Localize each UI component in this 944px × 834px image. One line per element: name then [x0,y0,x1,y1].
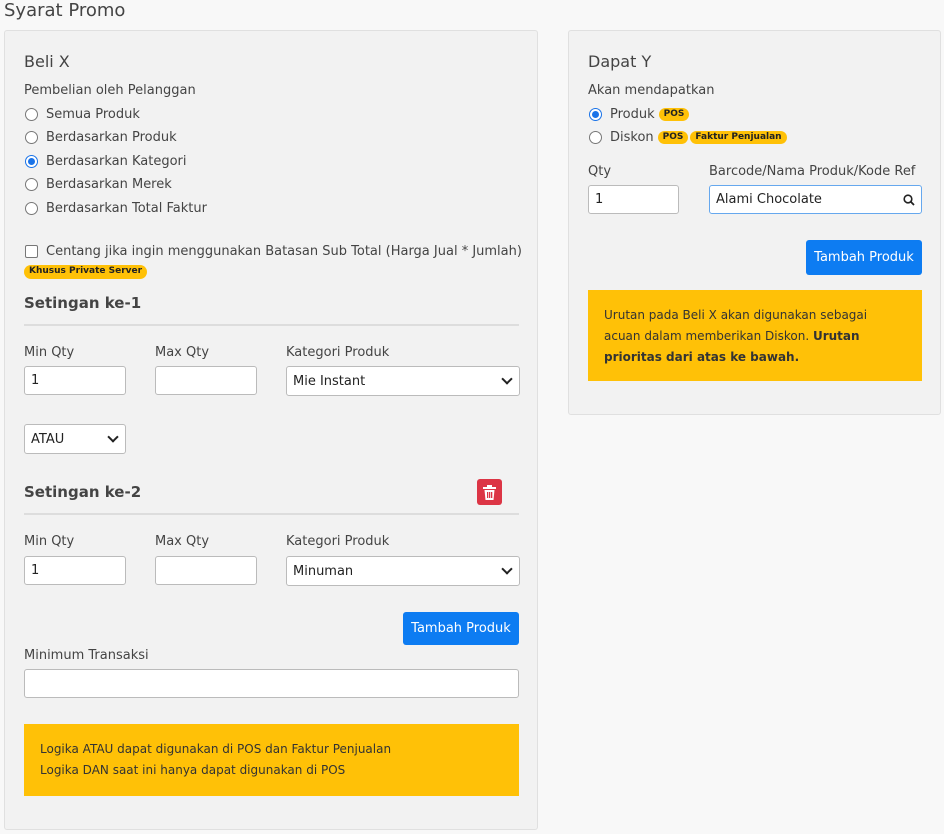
pos-badge: POS [658,107,690,122]
radio-diskon[interactable]: Diskon POS Faktur Penjualan [589,130,787,145]
kategori-label: Kategori Produk [286,534,390,549]
radio-button[interactable] [25,131,38,144]
radio-label: Berdasarkan Kategori [46,154,187,169]
pos-badge: POS [657,130,689,145]
radio-berdasarkan-total-faktur[interactable]: Berdasarkan Total Faktur [25,201,207,216]
dapat-y-card: Dapat Y Akan mendapatkan Produk POS Disk… [568,30,941,415]
subtotal-checkbox[interactable] [25,245,38,258]
radio-button-checked[interactable] [589,108,602,121]
min-qty-input[interactable]: 1 [24,556,126,585]
kategori-label: Kategori Produk [286,345,390,360]
radio-produk[interactable]: Produk POS [589,107,690,122]
dapat-y-title: Dapat Y [588,52,652,71]
qty-label: Qty [588,164,612,179]
radio-button[interactable] [25,178,38,191]
logic-select[interactable]: ATAU [24,424,126,454]
private-server-badge: Khusus Private Server [24,265,148,279]
barcode-search-input[interactable]: Alami Chocolate [709,185,922,214]
radio-label: Berdasarkan Total Faktur [46,201,207,216]
beli-x-card: Beli X Pembelian oleh Pelanggan Semua Pr… [4,30,538,830]
logic-info-alert: Logika ATAU dapat digunakan di POS dan F… [24,724,519,796]
qty-input[interactable]: 1 [588,185,679,214]
kategori-select[interactable]: Mie Instant [286,366,520,396]
faktur-penjualan-badge: Faktur Penjualan [690,130,787,145]
barcode-search-value: Alami Chocolate [716,192,822,207]
chevron-down-icon [501,373,513,385]
chevron-down-icon [107,431,119,443]
chevron-down-icon [501,563,513,575]
kategori-select-value: Minuman [293,563,354,579]
kategori-select[interactable]: Minuman [286,556,520,586]
minimum-transaksi-input[interactable] [24,669,519,698]
min-qty-label: Min Qty [24,345,75,360]
divider [24,513,519,515]
setting-1-title: Setingan ke-1 [24,294,142,312]
search-icon[interactable] [903,193,915,206]
radio-label: Berdasarkan Produk [46,130,177,145]
max-qty-input[interactable] [155,556,257,585]
radio-semua-produk[interactable]: Semua Produk [25,107,140,122]
max-qty-label: Max Qty [155,534,210,549]
radio-label: Berdasarkan Merek [46,177,172,192]
minimum-transaksi-label: Minimum Transaksi [24,648,149,663]
radio-berdasarkan-merek[interactable]: Berdasarkan Merek [25,177,172,192]
delete-setting-button[interactable] [477,479,502,505]
radio-berdasarkan-kategori[interactable]: Berdasarkan Kategori [25,154,187,169]
subtotal-checkbox-row[interactable]: Centang jika ingin menggunakan Batasan S… [25,244,522,259]
min-qty-label: Min Qty [24,534,75,549]
trash-icon [483,484,496,500]
max-qty-label: Max Qty [155,345,210,360]
beli-x-title: Beli X [24,52,70,71]
alert-line: Logika ATAU dapat digunakan di POS dan F… [40,742,392,756]
radio-button-checked[interactable] [25,155,38,168]
akan-mendapatkan-label: Akan mendapatkan [588,83,715,98]
radio-berdasarkan-produk[interactable]: Berdasarkan Produk [25,130,177,145]
divider [24,324,519,326]
priority-info-alert: Urutan pada Beli X akan digunakan sebaga… [588,290,922,381]
logic-select-value: ATAU [31,431,65,447]
tambah-produk-button[interactable]: Tambah Produk [403,612,519,645]
alert-line: Logika DAN saat ini hanya dapat digunaka… [40,763,346,777]
subtotal-checkbox-label: Centang jika ingin menggunakan Batasan S… [46,244,522,259]
barcode-label: Barcode/Nama Produk/Kode Ref [709,164,916,179]
radio-button[interactable] [589,131,602,144]
radio-label: Diskon [610,130,654,145]
setting-2-title: Setingan ke-2 [24,483,142,501]
max-qty-input[interactable] [155,366,257,395]
min-qty-input[interactable]: 1 [24,366,126,395]
tambah-produk-button[interactable]: Tambah Produk [806,240,922,275]
radio-button[interactable] [25,202,38,215]
radio-label: Produk [610,107,655,122]
radio-button[interactable] [25,108,38,121]
kategori-select-value: Mie Instant [293,373,366,389]
page-title: Syarat Promo [4,0,126,21]
pembelian-label: Pembelian oleh Pelanggan [24,83,196,98]
radio-label: Semua Produk [46,107,140,122]
